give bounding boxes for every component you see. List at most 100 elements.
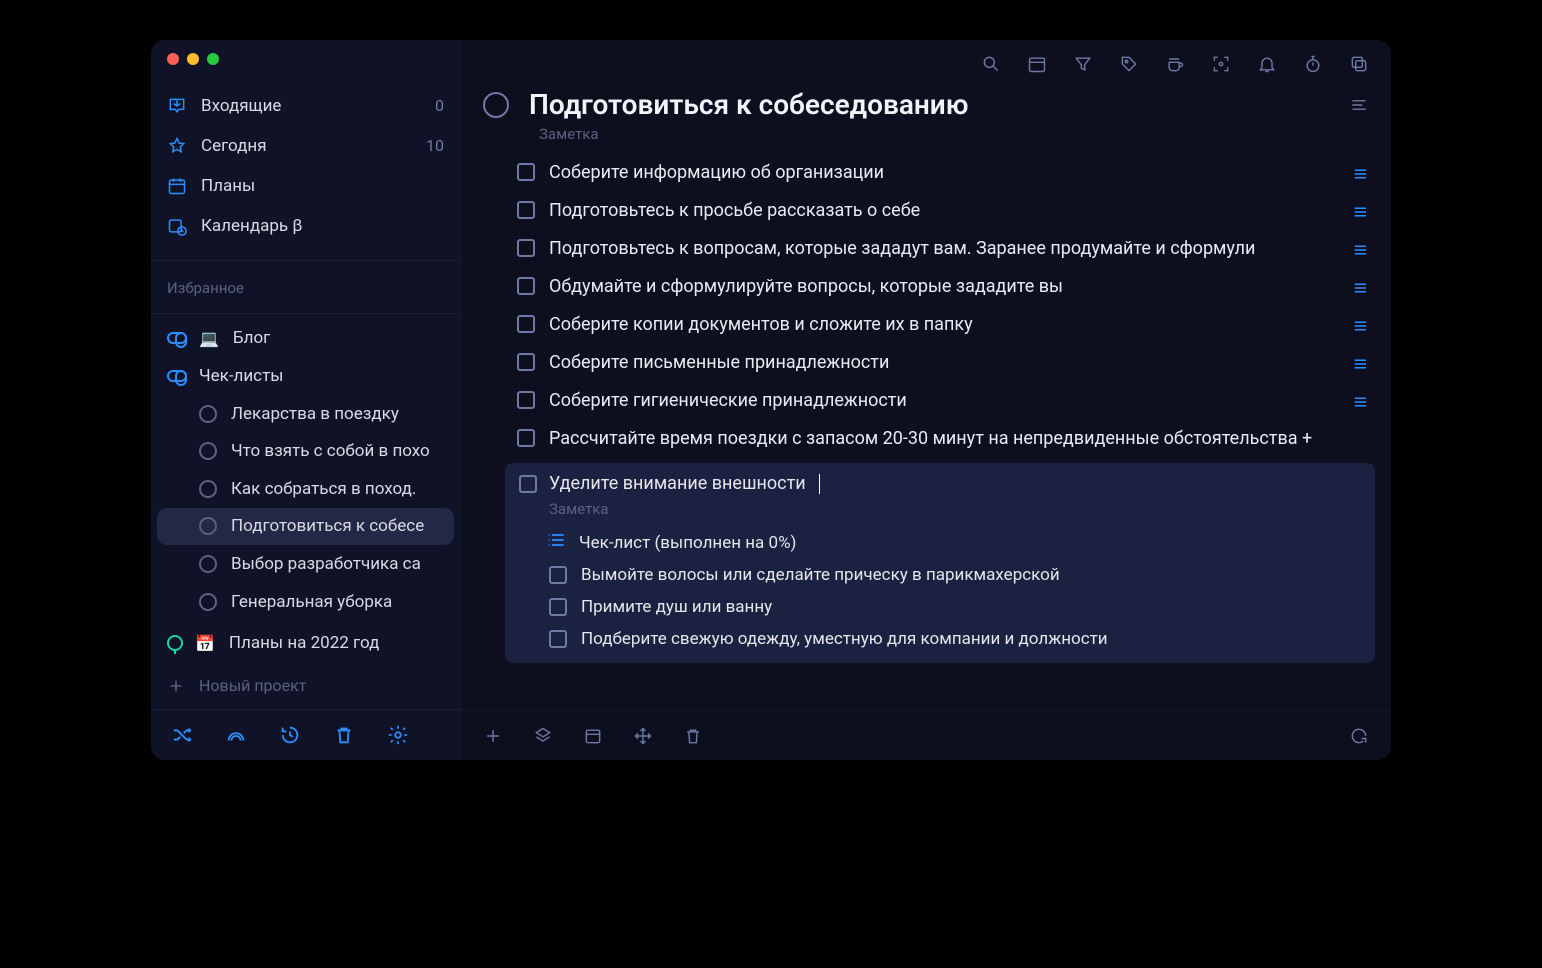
delete-icon[interactable]: [683, 726, 703, 746]
nav-plans-label: Планы: [201, 176, 255, 196]
calendar-icon[interactable]: [1027, 54, 1047, 74]
sidebar-item-cleaning[interactable]: Генеральная уборка: [151, 583, 460, 621]
new-project-label: Новый проект: [199, 676, 306, 695]
checkbox[interactable]: [549, 630, 567, 648]
settings-icon[interactable]: [387, 724, 409, 746]
inbox-icon: [167, 96, 187, 116]
checkbox[interactable]: [517, 315, 535, 333]
checkbox[interactable]: [517, 163, 535, 181]
sidebar: Входящие 0 Сегодня 10 Планы Кал: [151, 40, 461, 760]
nav-inbox[interactable]: Входящие 0: [151, 86, 460, 126]
rainbow-icon[interactable]: [225, 724, 247, 746]
calendar-grid-icon: [167, 176, 187, 196]
checkbox[interactable]: [549, 566, 567, 584]
date-icon[interactable]: [583, 726, 603, 746]
task-row[interactable]: Соберите копии документов и сложите их в…: [461, 305, 1391, 343]
sync-icon[interactable]: [1349, 726, 1369, 746]
menu-icon[interactable]: [1349, 95, 1369, 115]
checkbox[interactable]: [549, 598, 567, 616]
layers-icon[interactable]: [533, 726, 553, 746]
history-icon[interactable]: [279, 724, 301, 746]
search-icon[interactable]: [981, 54, 1001, 74]
sidebar-item-label: Как собраться в поход.: [231, 479, 416, 499]
subtask-text: Вымойте волосы или сделайте прическу в п…: [581, 565, 1060, 585]
circle-icon: [199, 480, 217, 498]
task-row[interactable]: Соберите письменные принадлежности: [461, 343, 1391, 381]
checkbox[interactable]: [517, 201, 535, 219]
subtasks-icon[interactable]: [1351, 279, 1369, 293]
subtasks-icon[interactable]: [1351, 355, 1369, 369]
checkbox[interactable]: [517, 277, 535, 295]
shuffle-icon[interactable]: [171, 724, 193, 746]
task-row[interactable]: Подготовьтесь к просьбе рассказать о себ…: [461, 191, 1391, 229]
task-text: Соберите гигиенические принадлежности: [549, 390, 1337, 411]
sidebar-item-label: Подготовиться к собесе: [231, 516, 424, 536]
subtask-text: Подберите свежую одежду, уместную для ко…: [581, 629, 1108, 649]
sidebar-item-label: Выбор разработчика са: [231, 554, 421, 574]
note-placeholder[interactable]: Заметка: [461, 125, 1391, 143]
subtask-row[interactable]: Примите душ или ванну: [519, 597, 1361, 617]
checkbox[interactable]: [517, 429, 535, 447]
task-text: Соберите копии документов и сложите их в…: [549, 314, 1337, 335]
nav-inbox-count: 0: [435, 96, 444, 115]
sidebar-item-label: Что взять с собой в похо: [231, 441, 430, 461]
window-controls: [151, 40, 460, 78]
circle-icon: [199, 405, 217, 423]
stopwatch-icon[interactable]: [1303, 54, 1323, 74]
checkbox[interactable]: [517, 239, 535, 257]
expanded-task-card[interactable]: Уделите внимание внешности Заметка Чек-л…: [505, 463, 1375, 663]
minimize-window-button[interactable]: [187, 53, 199, 65]
project-plans-2022[interactable]: 📅 Планы на 2022 год: [151, 624, 460, 662]
subtask-row[interactable]: Вымойте волосы или сделайте прическу в п…: [519, 565, 1361, 585]
circle-icon: [199, 442, 217, 460]
subtasks-icon[interactable]: [1351, 393, 1369, 407]
nav-today[interactable]: Сегодня 10: [151, 126, 460, 166]
favorites-header: Избранное: [151, 267, 460, 307]
sidebar-item-interview[interactable]: Подготовиться к собесе: [157, 508, 454, 546]
calendar-emoji-icon: 📅: [195, 634, 215, 653]
nav-calendar[interactable]: Календарь β: [151, 206, 460, 246]
task-row[interactable]: Соберите гигиенические принадлежности: [461, 381, 1391, 419]
checklist-progress-header: Чек-лист (выполнен на 0%): [519, 532, 1361, 553]
expanded-note-placeholder[interactable]: Заметка: [519, 500, 1361, 518]
task-row[interactable]: Обдумайте и сформулируйте вопросы, котор…: [461, 267, 1391, 305]
sidebar-item-hiking[interactable]: Как собраться в поход.: [151, 470, 460, 508]
task-row[interactable]: Подготовьтесь к вопросам, которые зададу…: [461, 229, 1391, 267]
task-text: Соберите информацию об организации: [549, 162, 1337, 183]
task-row[interactable]: Рассчитайте время поездки с запасом 20-3…: [461, 419, 1391, 457]
sidebar-item-developer[interactable]: Выбор разработчика са: [151, 545, 460, 583]
duplicate-icon[interactable]: [1349, 54, 1369, 74]
move-icon[interactable]: [633, 726, 653, 746]
page-header: Подготовиться к собеседованию: [461, 88, 1391, 121]
checkbox[interactable]: [517, 353, 535, 371]
tag-icon[interactable]: [1119, 54, 1139, 74]
subtask-row[interactable]: Подберите свежую одежду, уместную для ко…: [519, 629, 1361, 649]
task-row[interactable]: Соберите информацию об организации: [461, 153, 1391, 191]
new-project-button[interactable]: Новый проект: [151, 662, 460, 709]
sidebar-item-packing[interactable]: Что взять с собой в похо: [151, 432, 460, 470]
subtasks-icon[interactable]: [1351, 317, 1369, 331]
filter-icon[interactable]: [1073, 54, 1093, 74]
maximize-window-button[interactable]: [207, 53, 219, 65]
bell-icon[interactable]: [1257, 54, 1277, 74]
coffee-icon[interactable]: [1165, 54, 1185, 74]
expanded-task-title[interactable]: Уделите внимание внешности: [549, 473, 806, 494]
nav-plans[interactable]: Планы: [151, 166, 460, 206]
project-blog[interactable]: 💻 Блог: [151, 319, 460, 357]
sidebar-item-label: Генеральная уборка: [231, 592, 392, 612]
task-text: Обдумайте и сформулируйте вопросы, котор…: [549, 276, 1337, 297]
subtasks-icon[interactable]: [1351, 203, 1369, 217]
subtasks-icon[interactable]: [1351, 241, 1369, 255]
nav-inbox-label: Входящие: [201, 96, 281, 116]
close-window-button[interactable]: [167, 53, 179, 65]
task-status-circle[interactable]: [483, 92, 509, 118]
subtasks-icon[interactable]: [1351, 165, 1369, 179]
checkbox[interactable]: [517, 391, 535, 409]
trash-icon[interactable]: [333, 724, 355, 746]
project-checklists[interactable]: Чек-листы: [151, 357, 460, 395]
sidebar-item-medicines[interactable]: Лекарства в поездку: [151, 395, 460, 433]
checkbox[interactable]: [519, 475, 537, 493]
focus-icon[interactable]: [1211, 54, 1231, 74]
add-icon[interactable]: [483, 726, 503, 746]
divider: [151, 260, 460, 261]
